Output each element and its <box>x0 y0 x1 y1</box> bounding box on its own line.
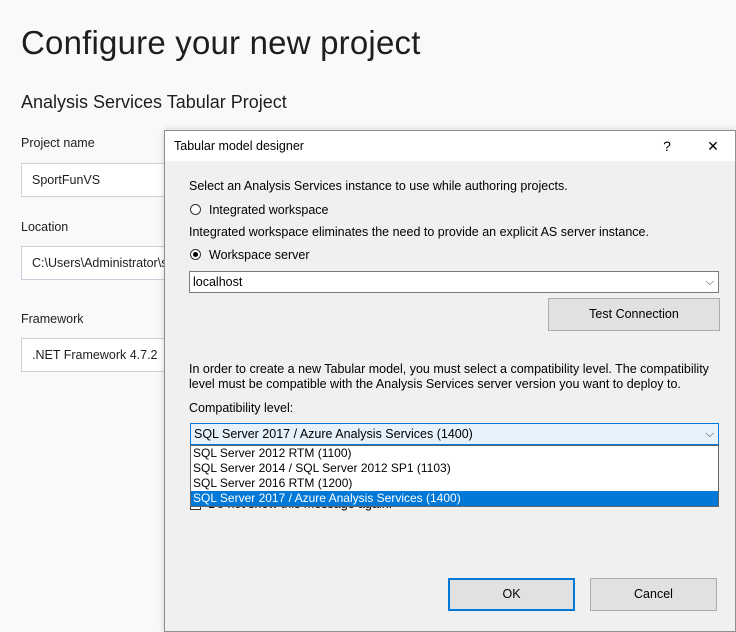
integrated-workspace-label: Integrated workspace <box>209 203 329 217</box>
project-type-subtitle: Analysis Services Tabular Project <box>21 92 287 112</box>
workspace-server-label: Workspace server <box>209 248 310 262</box>
dialog-titlebar: Tabular model designer ? ✕ <box>165 131 735 161</box>
cancel-button[interactable]: Cancel <box>590 578 717 611</box>
workspace-server-combo[interactable]: localhost ⌵ <box>189 271 719 293</box>
compatibility-level-dropdown: SQL Server 2012 RTM (1100) SQL Server 20… <box>190 445 719 507</box>
chevron-down-icon[interactable]: ⌵ <box>706 272 714 292</box>
compat-option-selected[interactable]: SQL Server 2017 / Azure Analysis Service… <box>191 491 718 506</box>
workspace-server-radio[interactable]: Workspace server <box>189 248 389 264</box>
compatibility-level-combo[interactable]: SQL Server 2017 / Azure Analysis Service… <box>190 423 719 445</box>
framework-label: Framework <box>21 312 84 326</box>
test-connection-button[interactable]: Test Connection <box>548 298 720 331</box>
location-input[interactable]: C:\Users\Administrator\so <box>21 246 181 280</box>
compat-option[interactable]: SQL Server 2012 RTM (1100) <box>191 446 718 461</box>
compat-selected-value: SQL Server 2017 / Azure Analysis Service… <box>194 427 473 441</box>
tabular-model-designer-dialog: Tabular model designer ? ✕ Select an Ana… <box>164 130 736 632</box>
compatibility-level-label: Compatibility level: <box>189 401 294 415</box>
compat-option[interactable]: SQL Server 2014 / SQL Server 2012 SP1 (1… <box>191 461 718 476</box>
compat-description-line1: In order to create a new Tabular model, … <box>189 362 709 376</box>
page-title: Configure your new project <box>21 24 421 61</box>
intro-text: Select an Analysis Services instance to … <box>189 179 568 193</box>
compat-option[interactable]: SQL Server 2016 RTM (1200) <box>191 476 718 491</box>
integrated-note: Integrated workspace eliminates the need… <box>189 225 649 239</box>
chevron-down-icon[interactable]: ⌵ <box>706 424 714 444</box>
location-label: Location <box>21 220 69 234</box>
ok-button[interactable]: OK <box>448 578 575 611</box>
server-value: localhost <box>193 275 243 289</box>
project-name-label: Project name <box>21 136 95 150</box>
project-name-input[interactable]: SportFunVS <box>21 163 181 197</box>
help-icon: ? <box>663 138 671 154</box>
compat-description-line2: level must be compatible with the Analys… <box>189 377 681 391</box>
close-icon: ✕ <box>707 137 719 154</box>
help-button[interactable]: ? <box>645 131 689 161</box>
framework-select[interactable]: .NET Framework 4.7.2 <box>21 338 181 372</box>
radio-checked-icon <box>190 249 201 260</box>
integrated-workspace-radio[interactable]: Integrated workspace <box>189 203 389 219</box>
dialog-title: Tabular model designer <box>174 139 304 153</box>
close-button[interactable]: ✕ <box>691 131 735 161</box>
radio-unchecked-icon <box>190 204 201 215</box>
